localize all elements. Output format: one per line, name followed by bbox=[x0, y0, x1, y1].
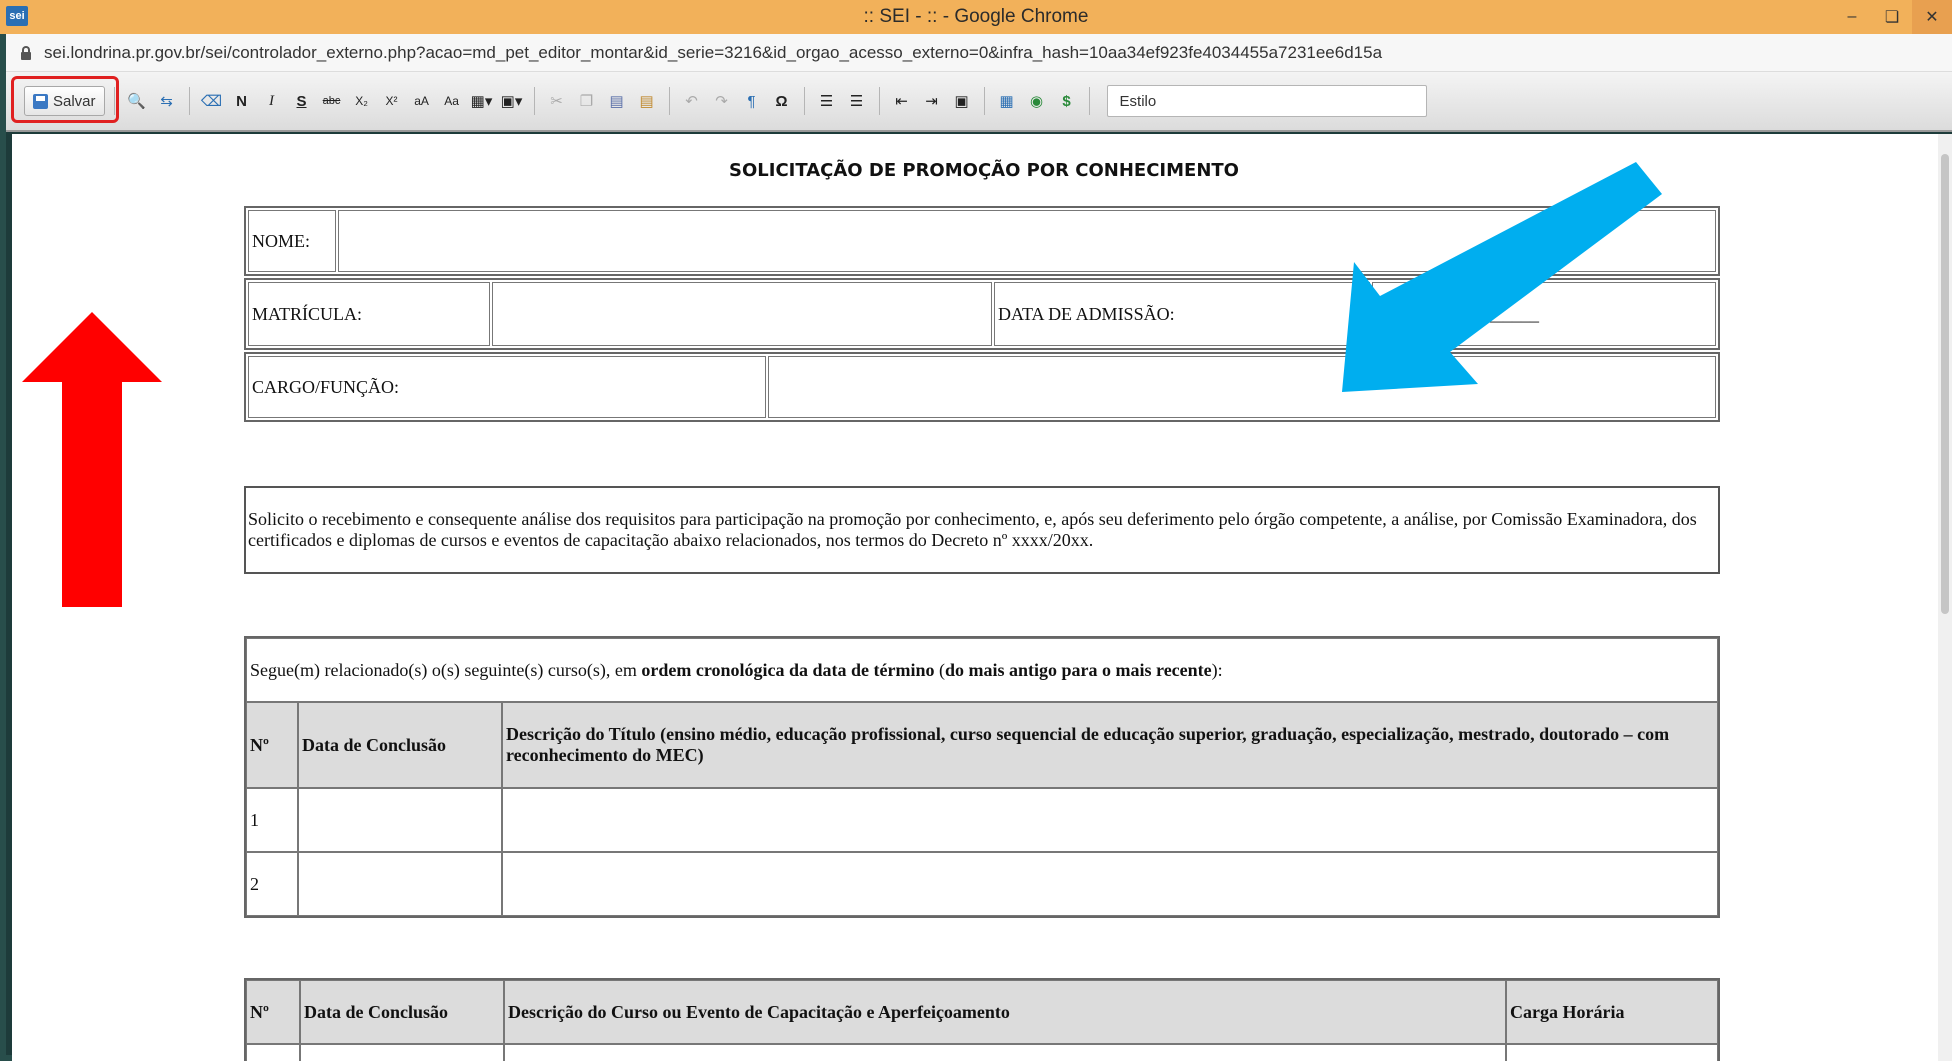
outdent-icon[interactable]: ⇤ bbox=[889, 87, 915, 115]
cargo-label: CARGO/FUNÇÃO: bbox=[248, 356, 766, 418]
table-row: 1 bbox=[246, 788, 1718, 852]
nome-label: NOME: bbox=[248, 210, 336, 272]
blue-down-left-arrow bbox=[1342, 162, 1662, 392]
row-number[interactable]: 2 bbox=[246, 852, 298, 916]
vertical-scrollbar[interactable] bbox=[1938, 134, 1952, 1061]
col-header-description: Descrição do Título (ensino médio, educa… bbox=[502, 702, 1718, 788]
row-number[interactable]: 1 bbox=[246, 788, 298, 852]
request-paragraph: Solicito o recebimento e consequente aná… bbox=[248, 509, 1697, 550]
col-header-num: Nº bbox=[246, 702, 298, 788]
dollar-icon[interactable]: $ bbox=[1054, 87, 1080, 115]
toolbar-separator bbox=[1088, 87, 1090, 115]
image-icon[interactable]: ▣ bbox=[949, 87, 975, 115]
undo-icon[interactable]: ↶ bbox=[679, 87, 705, 115]
superscript-button[interactable]: X² bbox=[379, 87, 405, 115]
style-dropdown-label: Estilo bbox=[1119, 92, 1157, 110]
replace-icon[interactable]: ⇆ bbox=[154, 87, 180, 115]
row-cell[interactable] bbox=[504, 1044, 1506, 1061]
blue-arrow-shape bbox=[1342, 162, 1662, 392]
strike-button[interactable]: S bbox=[289, 87, 315, 115]
document-editor[interactable]: SOLICITAÇÃO DE PROMOÇÃO POR CONHECIMENTO… bbox=[12, 134, 1940, 1061]
toolbar-separator bbox=[533, 87, 535, 115]
row-date-cell[interactable] bbox=[298, 788, 502, 852]
toolbar-separator bbox=[983, 87, 985, 115]
bold-button[interactable]: N bbox=[229, 87, 255, 115]
matricula-field[interactable] bbox=[492, 282, 992, 346]
red-arrow-shape bbox=[22, 312, 162, 607]
uppercase-icon[interactable]: aA bbox=[409, 87, 435, 115]
numbered-list-icon[interactable]: ☰ bbox=[814, 87, 840, 115]
capacitacao-table: Nº Data de Conclusão Descrição do Curso … bbox=[244, 978, 1720, 1061]
globe-link-icon[interactable]: ◉ bbox=[1024, 87, 1050, 115]
courses-table: Segue(m) relacionado(s) o(s) seguinte(s)… bbox=[244, 636, 1720, 918]
col-header-hours: Carga Horária bbox=[1506, 980, 1718, 1044]
admissao-label: DATA DE ADMISSÃO: bbox=[994, 282, 1370, 346]
find-icon[interactable]: 🔍 bbox=[124, 87, 150, 115]
toolbar-separator bbox=[668, 87, 670, 115]
scrollbar-thumb[interactable] bbox=[1941, 154, 1949, 614]
address-bar[interactable]: sei.londrina.pr.gov.br/sei/controlador_e… bbox=[6, 34, 1952, 72]
abc-strike-button[interactable]: abc bbox=[319, 87, 345, 115]
col-header-date: Data de Conclusão bbox=[300, 980, 504, 1044]
courses-intro: Segue(m) relacionado(s) o(s) seguinte(s)… bbox=[246, 638, 1718, 702]
minimize-icon[interactable]: – bbox=[1832, 0, 1872, 34]
row-description-cell[interactable] bbox=[502, 852, 1718, 916]
toolbar-separator bbox=[803, 87, 805, 115]
table-header-row: Nº Data de Conclusão Descrição do Título… bbox=[246, 702, 1718, 788]
sei-app-icon: sei bbox=[6, 6, 28, 26]
row-cell[interactable] bbox=[246, 1044, 300, 1061]
request-paragraph-box: Solicito o recebimento e consequente aná… bbox=[244, 486, 1720, 574]
url-text[interactable]: sei.londrina.pr.gov.br/sei/controlador_e… bbox=[44, 43, 1382, 63]
courses-intro-direction: do mais antigo para o mais recente bbox=[945, 659, 1212, 680]
subscript-button[interactable]: X₂ bbox=[349, 87, 375, 115]
table-header-row: Nº Data de Conclusão Descrição do Curso … bbox=[246, 980, 1718, 1044]
indent-icon[interactable]: ⇥ bbox=[919, 87, 945, 115]
matricula-label: MATRÍCULA: bbox=[248, 282, 490, 346]
paste-text-icon[interactable]: ▤ bbox=[634, 87, 660, 115]
row-date-cell[interactable] bbox=[298, 852, 502, 916]
editor-toolbar: Salvar 🔍 ⇆ ⌫ N I S abc X₂ X² aA Aa ▦▾ ▣▾… bbox=[6, 72, 1952, 132]
red-up-arrow bbox=[22, 312, 162, 607]
courses-intro-mid: ( bbox=[934, 659, 946, 680]
lock-icon bbox=[20, 45, 32, 60]
restore-icon[interactable]: ❏ bbox=[1872, 0, 1912, 34]
text-color-icon[interactable]: ▦▾ bbox=[469, 87, 495, 115]
row-description-cell[interactable] bbox=[502, 788, 1718, 852]
background-color-icon[interactable]: ▣▾ bbox=[499, 87, 525, 115]
courses-intro-order: ordem cronológica da data de término bbox=[641, 659, 935, 680]
col-header-course: Descrição do Curso ou Evento de Capacita… bbox=[504, 980, 1506, 1044]
eraser-icon[interactable]: ⌫ bbox=[199, 87, 225, 115]
window-controls: – ❏ ✕ bbox=[1832, 0, 1952, 34]
close-icon[interactable]: ✕ bbox=[1912, 0, 1952, 34]
toolbar-separator bbox=[878, 87, 880, 115]
row-cell[interactable] bbox=[1506, 1044, 1718, 1061]
cut-icon[interactable]: ✂ bbox=[544, 87, 570, 115]
title-bar: sei :: SEI - :: - Google Chrome – ❏ ✕ bbox=[0, 0, 1952, 34]
pilcrow-icon[interactable]: ¶ bbox=[739, 87, 765, 115]
style-dropdown[interactable]: Estilo bbox=[1106, 85, 1427, 117]
window-title: :: SEI - :: - Google Chrome bbox=[863, 6, 1089, 27]
courses-intro-suffix: ): bbox=[1211, 659, 1223, 680]
lowercase-icon[interactable]: Aa bbox=[439, 87, 465, 115]
toolbar-separator bbox=[188, 87, 190, 115]
table-row bbox=[246, 1044, 1718, 1061]
omega-icon[interactable]: Ω bbox=[769, 87, 795, 115]
table-icon[interactable]: ▦ bbox=[994, 87, 1020, 115]
redo-icon[interactable]: ↷ bbox=[709, 87, 735, 115]
italic-button[interactable]: I bbox=[259, 87, 285, 115]
paste-icon[interactable]: ▤ bbox=[604, 87, 630, 115]
copy-icon[interactable]: ❐ bbox=[574, 87, 600, 115]
bullet-list-icon[interactable]: ☰ bbox=[844, 87, 870, 115]
row-cell[interactable] bbox=[300, 1044, 504, 1061]
col-header-date: Data de Conclusão bbox=[298, 702, 502, 788]
courses-intro-prefix: Segue(m) relacionado(s) o(s) seguinte(s)… bbox=[250, 659, 642, 680]
save-highlight-box bbox=[11, 76, 119, 123]
table-row: 2 bbox=[246, 852, 1718, 916]
col-header-num: Nº bbox=[246, 980, 300, 1044]
